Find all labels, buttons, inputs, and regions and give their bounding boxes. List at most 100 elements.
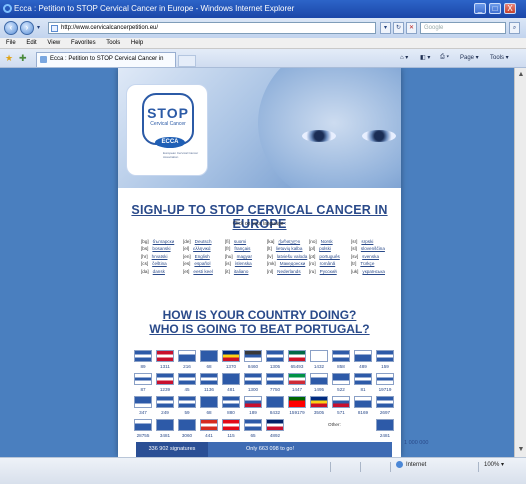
- language-link[interactable]: [da] dansk: [141, 268, 174, 275]
- history-dropdown-icon[interactable]: ▾: [37, 24, 40, 31]
- country-flag-cell[interactable]: 8432: [264, 396, 286, 415]
- scroll-down-icon[interactable]: ▼: [516, 445, 526, 455]
- tools-menu-button[interactable]: Tools ▾: [490, 54, 509, 61]
- language-link[interactable]: [hu] magyar: [225, 253, 252, 260]
- country-flag-cell[interactable]: 159179: [286, 396, 308, 415]
- security-zone[interactable]: Internet: [396, 461, 426, 468]
- country-flag-cell[interactable]: 28755: [132, 419, 154, 438]
- forward-button[interactable]: ›: [20, 21, 34, 35]
- country-flag-cell[interactable]: 1370: [220, 350, 242, 369]
- menu-view[interactable]: View: [47, 40, 60, 46]
- country-flag-cell[interactable]: 880: [220, 396, 242, 415]
- country-flag-cell[interactable]: 1136: [198, 373, 220, 392]
- country-flag-cell[interactable]: 68: [198, 350, 220, 369]
- other-country-cell[interactable]: 2481: [374, 419, 396, 438]
- country-flag-cell[interactable]: 87: [132, 373, 154, 392]
- country-flag-cell[interactable]: 1311: [154, 350, 176, 369]
- country-flag-cell[interactable]: 65493: [286, 350, 308, 369]
- country-flag-cell[interactable]: 59: [176, 396, 198, 415]
- country-flag-cell[interactable]: 3060: [176, 419, 198, 438]
- language-link[interactable]: [sv] svenska: [351, 253, 385, 260]
- close-button[interactable]: X: [504, 3, 516, 14]
- country-flag-cell[interactable]: 441: [198, 419, 220, 438]
- language-link[interactable]: [sl] slovenščina: [351, 245, 385, 252]
- question-line-2[interactable]: WHO IS GOING TO BEAT PORTUGAL?: [118, 322, 401, 336]
- language-link[interactable]: [en] English: [183, 253, 213, 260]
- language-link[interactable]: [uk] українська: [351, 268, 385, 275]
- language-link[interactable]: [ro] română: [309, 260, 340, 267]
- stop-icon[interactable]: ✕: [406, 22, 417, 34]
- language-link[interactable]: [no] Norsk: [309, 238, 340, 245]
- language-link[interactable]: [bs] bosanski: [141, 245, 174, 252]
- country-flag-cell[interactable]: 89: [132, 350, 154, 369]
- country-flag-cell[interactable]: 571: [330, 396, 352, 415]
- address-dropdown-icon[interactable]: ▾: [380, 22, 391, 34]
- country-flag-cell[interactable]: 481: [220, 373, 242, 392]
- language-link[interactable]: [pt] português: [309, 253, 340, 260]
- country-flag-cell[interactable]: 249: [154, 396, 176, 415]
- language-link[interactable]: [lv] latviešu valoda: [267, 253, 307, 260]
- country-flag-cell[interactable]: 65: [242, 419, 264, 438]
- country-flag-cell[interactable]: 159: [374, 350, 396, 369]
- country-flag-cell[interactable]: 1300: [242, 373, 264, 392]
- back-button[interactable]: ‹: [4, 21, 18, 35]
- country-flag-cell[interactable]: 3505: [308, 396, 330, 415]
- refresh-icon[interactable]: ↻: [393, 22, 404, 34]
- language-link[interactable]: [ru] Русский: [309, 268, 340, 275]
- country-flag-cell[interactable]: 1432: [308, 350, 330, 369]
- country-flag-cell[interactable]: 45: [176, 373, 198, 392]
- language-link[interactable]: [fr] français: [225, 245, 252, 252]
- country-flag-cell[interactable]: 347: [132, 396, 154, 415]
- scroll-up-icon[interactable]: ▲: [516, 70, 526, 80]
- stop-logo[interactable]: STOP Cervical Cancer ECCA European Cervi…: [126, 84, 208, 176]
- country-flag-cell[interactable]: 1495: [308, 373, 330, 392]
- menu-edit[interactable]: Edit: [26, 40, 36, 46]
- menu-tools[interactable]: Tools: [106, 40, 120, 46]
- country-flag-cell[interactable]: 489: [352, 350, 374, 369]
- country-flag-cell[interactable]: 1447: [286, 373, 308, 392]
- country-flag-cell[interactable]: 8460: [242, 350, 264, 369]
- country-flag-cell[interactable]: 8169: [352, 396, 374, 415]
- home-icon[interactable]: ⌂ ▾: [400, 54, 408, 61]
- country-flag-cell[interactable]: 189: [242, 396, 264, 415]
- language-link[interactable]: [tr] Türkçe: [351, 260, 385, 267]
- page-menu-button[interactable]: Page ▾: [460, 54, 479, 61]
- maximize-button[interactable]: □: [489, 3, 501, 14]
- language-link[interactable]: [is] íslenska: [225, 260, 252, 267]
- new-tab-button[interactable]: [178, 55, 196, 67]
- language-link[interactable]: [et] eesti keel: [183, 268, 213, 275]
- country-flag-cell[interactable]: 3481: [154, 419, 176, 438]
- country-flag-cell[interactable]: 1239: [154, 373, 176, 392]
- print-icon[interactable]: ⎙ ▾: [440, 54, 449, 61]
- menu-file[interactable]: File: [6, 40, 16, 46]
- language-link[interactable]: [bg] български: [141, 238, 174, 245]
- language-link[interactable]: [de] Deutsch: [183, 238, 213, 245]
- country-flag-cell[interactable]: 216: [176, 350, 198, 369]
- language-link[interactable]: [mk] Македонски: [267, 260, 307, 267]
- menu-favorites[interactable]: Favorites: [71, 40, 96, 46]
- language-link[interactable]: [pl] polski: [309, 245, 340, 252]
- language-link[interactable]: [sr] srpski: [351, 238, 385, 245]
- country-flag-cell[interactable]: 522: [330, 373, 352, 392]
- language-link[interactable]: [hr] hrvatski: [141, 253, 174, 260]
- question-line-1[interactable]: HOW IS YOUR COUNTRY DOING?: [118, 308, 401, 322]
- language-link[interactable]: [cs] čeština: [141, 260, 174, 267]
- language-link[interactable]: [fi] suomi: [225, 238, 252, 245]
- add-favorite-icon[interactable]: ✚: [19, 53, 27, 64]
- language-link[interactable]: [lt] lietuvių kalba: [267, 245, 307, 252]
- zoom-level[interactable]: 100% ▾: [484, 461, 504, 468]
- language-link[interactable]: [it] italiano: [225, 268, 252, 275]
- language-link[interactable]: [ka] ქართული: [267, 238, 307, 245]
- menu-help[interactable]: Help: [131, 40, 143, 46]
- language-link[interactable]: [es] español: [183, 260, 213, 267]
- country-flag-cell[interactable]: 1305: [264, 350, 286, 369]
- language-link[interactable]: [el] ελληνικά: [183, 245, 213, 252]
- country-flag-cell[interactable]: 81: [352, 373, 374, 392]
- country-flag-cell[interactable]: 19719: [374, 373, 396, 392]
- country-flag-cell[interactable]: 115: [220, 419, 242, 438]
- feeds-icon[interactable]: ◧ ▾: [420, 54, 430, 61]
- search-icon[interactable]: ⌕: [509, 22, 520, 34]
- country-flag-cell[interactable]: 68: [198, 396, 220, 415]
- vertical-scrollbar[interactable]: ▲ ▼: [514, 68, 526, 457]
- tab-current[interactable]: Ecca : Petition to STOP Cervical Cancer …: [36, 52, 176, 75]
